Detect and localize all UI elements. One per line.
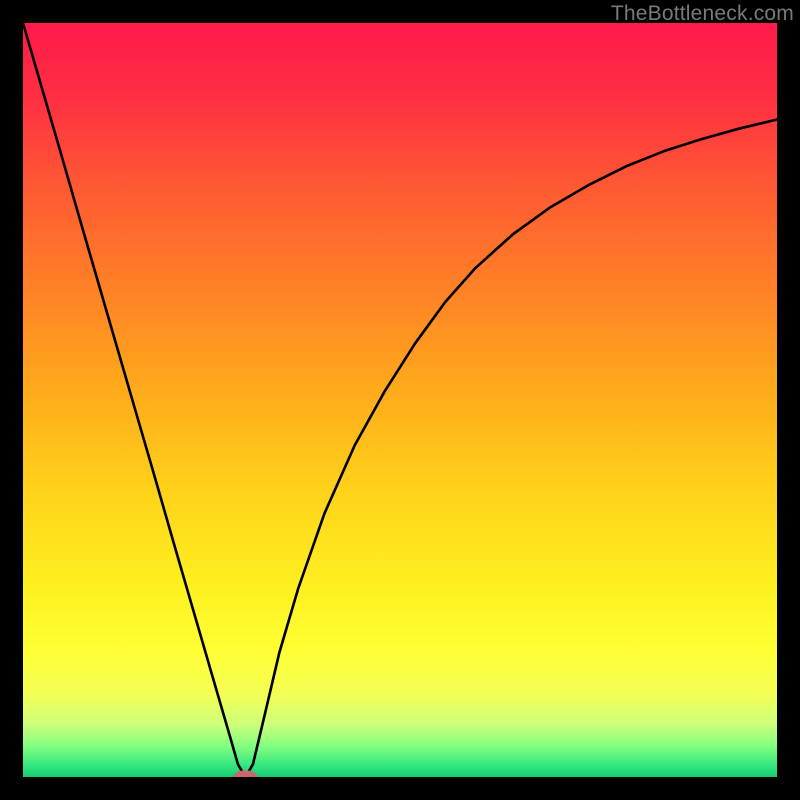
chart-frame xyxy=(23,23,777,777)
bottleneck-curve-chart xyxy=(23,23,777,777)
gradient-background xyxy=(23,23,777,777)
watermark-text: TheBottleneck.com xyxy=(611,2,794,26)
